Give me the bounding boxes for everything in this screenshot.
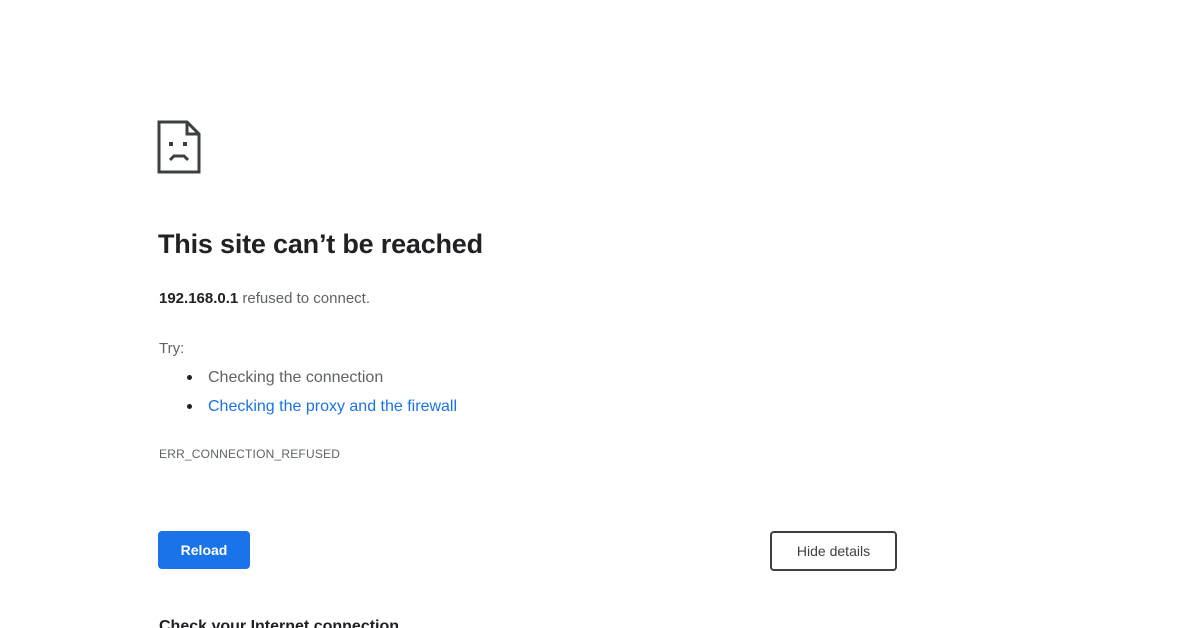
error-message-text: refused to connect.: [238, 290, 370, 307]
suggestion-item: Checking the proxy and the firewall: [187, 395, 457, 424]
sad-document-icon: [157, 120, 201, 174]
error-page: This site can’t be reached 192.168.0.1 r…: [0, 0, 1196, 628]
suggestion-list: Checking the connection Checking the pro…: [187, 366, 457, 424]
error-message: 192.168.0.1 refused to connect.: [159, 290, 370, 307]
details-heading: Check your Internet connection: [159, 618, 400, 628]
bullet-icon: [187, 404, 192, 409]
page-title: This site can’t be reached: [158, 229, 483, 259]
host-address: 192.168.0.1: [159, 290, 239, 307]
bullet-icon: [187, 375, 192, 380]
suggestion-check-connection: Checking the connection: [208, 369, 384, 386]
try-label: Try:: [159, 340, 185, 357]
error-code: ERR_CONNECTION_REFUSED: [159, 447, 341, 461]
reload-button[interactable]: Reload: [158, 531, 250, 569]
hide-details-button[interactable]: Hide details: [770, 531, 897, 571]
proxy-firewall-link[interactable]: Checking the proxy and the firewall: [208, 398, 457, 415]
suggestion-item: Checking the connection: [187, 366, 457, 395]
